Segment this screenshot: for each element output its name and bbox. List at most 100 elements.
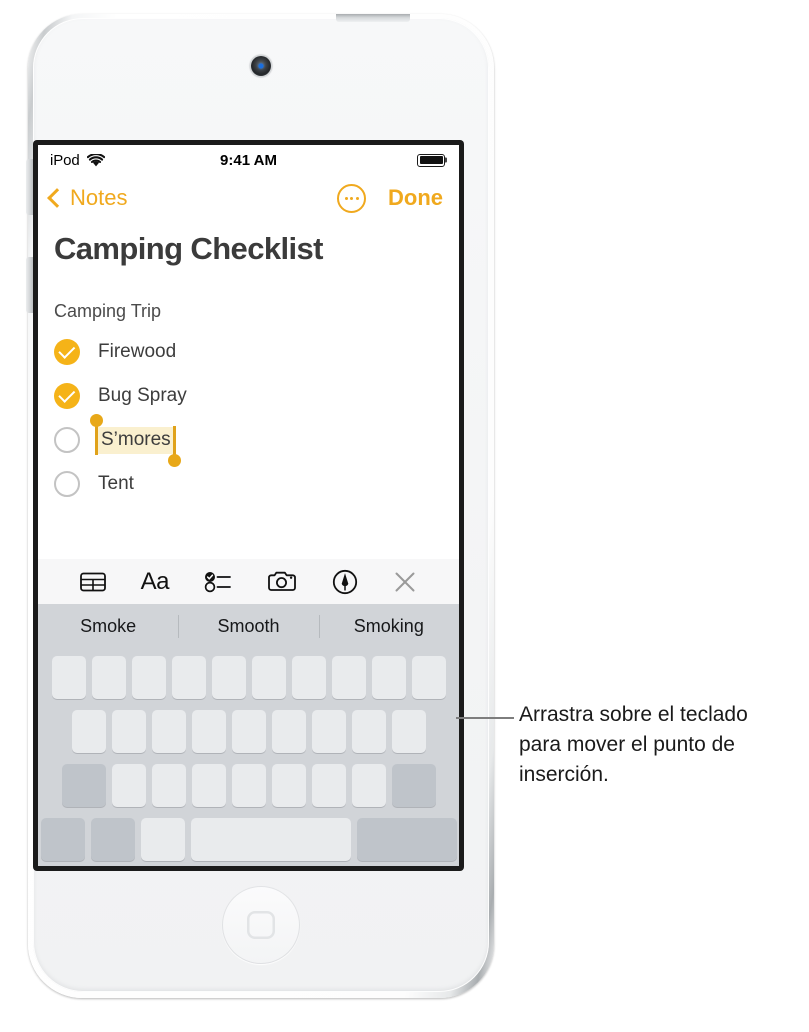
checklist-glyph bbox=[204, 571, 231, 592]
keyboard-key[interactable] bbox=[231, 764, 266, 807]
keyboard-key[interactable] bbox=[391, 710, 426, 753]
wifi-icon bbox=[86, 153, 105, 166]
checklist-item[interactable]: Bug Spray bbox=[54, 374, 443, 418]
keyboard-space-key[interactable] bbox=[190, 818, 351, 861]
device-screen: iPod 9:41 AM Notes Done Camping Checklis… bbox=[38, 145, 459, 866]
keyboard-key[interactable] bbox=[111, 764, 146, 807]
checkbox-checked-icon[interactable] bbox=[54, 383, 80, 409]
keyboard-key[interactable] bbox=[211, 656, 246, 699]
keyboard-key[interactable] bbox=[91, 656, 126, 699]
keyboard-key[interactable] bbox=[191, 710, 226, 753]
keyboard-key[interactable] bbox=[351, 764, 386, 807]
ellipsis-dot bbox=[355, 196, 359, 200]
ellipsis-dot bbox=[344, 196, 348, 200]
camera-icon[interactable] bbox=[267, 570, 297, 593]
predictive-text-bar: Smoke Smooth Smoking bbox=[38, 604, 459, 649]
markup-pen-glyph bbox=[333, 569, 358, 594]
keyboard-key[interactable] bbox=[111, 710, 146, 753]
home-button[interactable] bbox=[222, 886, 300, 964]
text-format-icon[interactable]: Aa bbox=[140, 567, 170, 596]
table-icon[interactable] bbox=[79, 571, 106, 593]
device-screen-bezel: iPod 9:41 AM Notes Done Camping Checklis… bbox=[33, 140, 464, 871]
keyboard-row-4 bbox=[40, 818, 457, 861]
close-x-glyph bbox=[395, 572, 415, 591]
keyboard-key[interactable] bbox=[311, 764, 346, 807]
close-x-icon[interactable] bbox=[393, 570, 417, 594]
callout-text: Arrastra sobre el teclado para mover el … bbox=[519, 703, 748, 786]
keyboard-key[interactable] bbox=[191, 764, 226, 807]
keyboard-key[interactable] bbox=[271, 710, 306, 753]
checkbox-checked-icon[interactable] bbox=[54, 339, 80, 365]
checklist-item-label[interactable]: Firewood bbox=[98, 341, 176, 363]
keyboard-key[interactable] bbox=[231, 710, 266, 753]
keyboard-key[interactable] bbox=[151, 764, 186, 807]
on-screen-keyboard[interactable] bbox=[38, 649, 459, 866]
note-body: Camping Checklist Camping Trip Firewood … bbox=[38, 231, 459, 506]
back-button-label: Notes bbox=[70, 185, 128, 210]
keyboard-key[interactable] bbox=[151, 710, 186, 753]
keyboard-key[interactable] bbox=[251, 656, 286, 699]
keyboard-key[interactable] bbox=[71, 710, 106, 753]
callout-leader-line bbox=[456, 717, 514, 719]
status-bar-right bbox=[417, 153, 447, 167]
status-bar: iPod 9:41 AM bbox=[38, 145, 459, 175]
table-glyph bbox=[79, 572, 106, 591]
back-to-notes-button[interactable]: Notes bbox=[47, 185, 128, 211]
ellipsis-dot bbox=[350, 196, 353, 200]
checklist-item[interactable]: Tent bbox=[54, 462, 443, 506]
power-button[interactable] bbox=[336, 14, 410, 22]
checklist-item-label[interactable]: Tent bbox=[98, 473, 134, 495]
keyboard-key[interactable] bbox=[331, 656, 366, 699]
checkbox-unchecked-icon[interactable] bbox=[54, 471, 80, 497]
keyboard-numbers-key[interactable] bbox=[40, 818, 85, 861]
keyboard-key[interactable] bbox=[351, 710, 386, 753]
selection-bar-end bbox=[172, 425, 176, 455]
done-button[interactable]: Done bbox=[388, 185, 443, 211]
note-title[interactable]: Camping Checklist bbox=[54, 231, 443, 267]
keyboard-mic-key[interactable] bbox=[140, 818, 185, 861]
keyboard-key[interactable] bbox=[171, 656, 206, 699]
battery-cap bbox=[445, 157, 447, 163]
keyboard-key[interactable] bbox=[271, 764, 306, 807]
markup-pen-icon[interactable] bbox=[332, 569, 358, 595]
navigation-bar: Notes Done bbox=[38, 175, 459, 221]
more-ellipsis-icon[interactable] bbox=[337, 183, 366, 213]
keyboard-key[interactable] bbox=[411, 656, 446, 699]
home-button-square-icon bbox=[247, 911, 275, 939]
predictive-suggestion[interactable]: Smooth bbox=[178, 604, 318, 649]
status-carrier-label: iPod bbox=[50, 151, 80, 169]
keyboard-return-key[interactable] bbox=[356, 818, 457, 861]
keyboard-row-2 bbox=[41, 710, 456, 753]
text-format-label: Aa bbox=[140, 567, 170, 595]
keyboard-key[interactable] bbox=[311, 710, 346, 753]
status-bar-left: iPod bbox=[50, 152, 105, 169]
selection-bar-start bbox=[95, 425, 98, 455]
checklist-item[interactable]: Firewood bbox=[54, 330, 443, 374]
checklist-icon[interactable] bbox=[204, 571, 232, 593]
checkmark-glyph bbox=[57, 385, 75, 403]
keyboard-key[interactable] bbox=[371, 656, 406, 699]
checkbox-unchecked-icon[interactable] bbox=[54, 427, 80, 453]
selection-handle-start[interactable] bbox=[90, 413, 103, 427]
ipod-touch-device: iPod 9:41 AM Notes Done Camping Checklis… bbox=[26, 14, 494, 998]
checklist-item-selected[interactable]: S’mores bbox=[54, 413, 443, 467]
checklist-item-label[interactable]: Bug Spray bbox=[98, 385, 187, 407]
note-subtitle[interactable]: Camping Trip bbox=[54, 301, 443, 322]
chevron-left-icon bbox=[47, 188, 67, 208]
keyboard-row-3 bbox=[41, 764, 456, 807]
front-camera-icon bbox=[251, 56, 271, 76]
keyboard-shift-key[interactable] bbox=[61, 764, 106, 807]
predictive-suggestion[interactable]: Smoking bbox=[318, 604, 459, 649]
keyboard-delete-key[interactable] bbox=[391, 764, 436, 807]
note-editor-toolbar: Aa bbox=[38, 559, 459, 604]
keyboard-key[interactable] bbox=[291, 656, 326, 699]
checklist-item-label[interactable]: S’mores bbox=[90, 413, 181, 467]
predictive-suggestion[interactable]: Smoke bbox=[38, 604, 178, 649]
battery-icon bbox=[417, 153, 447, 167]
keyboard-row-1 bbox=[41, 656, 456, 699]
keyboard-key[interactable] bbox=[51, 656, 86, 699]
checkmark-glyph bbox=[57, 341, 75, 359]
camera-glyph bbox=[268, 571, 297, 591]
keyboard-key[interactable] bbox=[131, 656, 166, 699]
keyboard-globe-key[interactable] bbox=[90, 818, 135, 861]
